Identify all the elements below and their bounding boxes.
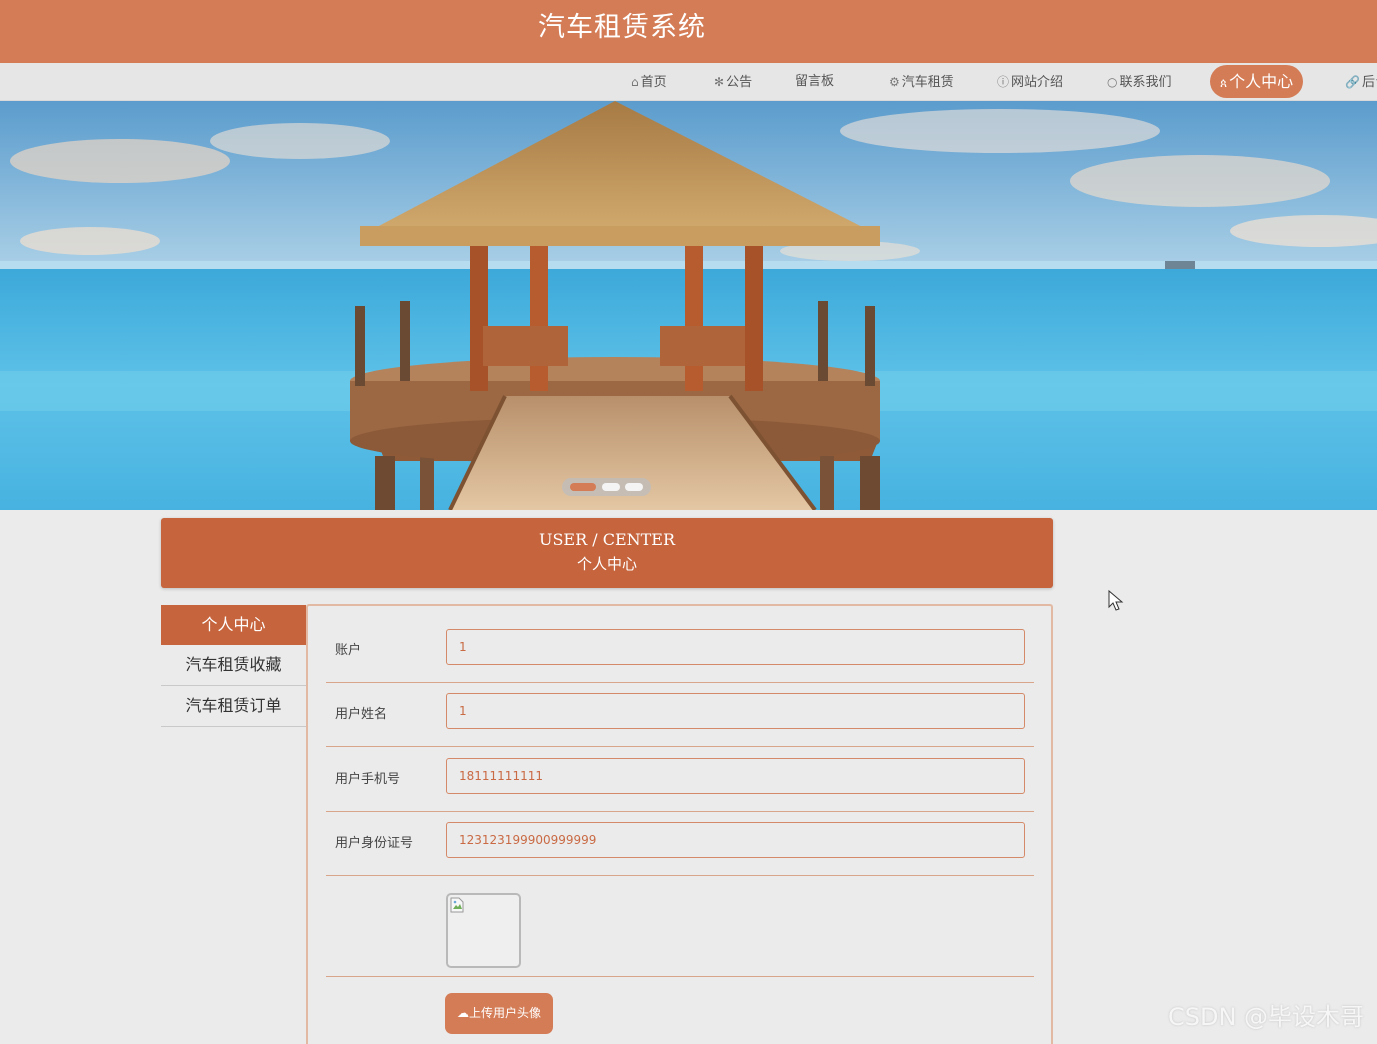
nav-item-label: 首页 xyxy=(640,75,667,90)
watermark: CSDN @毕设木哥 xyxy=(1168,1003,1365,1031)
user-icon: ጰ xyxy=(1220,76,1228,90)
nav-item-label: 联系我们 xyxy=(1119,75,1172,90)
nav-item-message-board[interactable]: 留言板 xyxy=(795,63,834,101)
nav-item-label: 个人中心 xyxy=(1229,72,1294,91)
form-row-phone: 用户手机号 xyxy=(326,747,1034,812)
carousel-indicators xyxy=(562,478,651,496)
mouse-cursor-icon xyxy=(1108,589,1124,611)
sidebar-item-rental-orders[interactable]: 汽车租赁订单 xyxy=(161,686,306,727)
carousel-dot[interactable] xyxy=(625,483,643,491)
site-title: 汽车租赁系统 xyxy=(538,12,706,43)
form-row-avatar xyxy=(326,876,1034,977)
nav-item-car-rental[interactable]: ⚙ 汽车租赁 xyxy=(889,63,954,101)
user-center-header: USER / CENTER 个人中心 xyxy=(161,518,1053,588)
user-center-title-en: USER / CENTER xyxy=(538,530,676,549)
id-number-label: 用户身份证号 xyxy=(335,836,414,851)
notice-icon: ✻ xyxy=(714,75,725,89)
sidebar-item-user-center[interactable]: 个人中心 xyxy=(161,605,306,645)
sidebar-item-rental-favorites[interactable]: 汽车租赁收藏 xyxy=(161,645,306,686)
nav-item-label: 汽车租赁 xyxy=(901,75,954,90)
nav-item-home[interactable]: ⌂ 首页 xyxy=(631,63,667,101)
nav-item-label: 公告 xyxy=(726,75,753,90)
nav-item-label: 网站介绍 xyxy=(1011,75,1064,90)
user-center-title-cn: 个人中心 xyxy=(576,555,637,573)
main-nav: ⌂首页 ✻公告 留言板 ⚙汽车租赁 ⓘ网站介绍 ○联系我们 ጰ个人中心 🔗后台 xyxy=(0,63,1377,101)
upload-avatar-button[interactable]: ☁上传用户头像 xyxy=(445,993,553,1034)
home-icon: ⌂ xyxy=(631,75,639,89)
upload-icon: ☁ xyxy=(456,1006,469,1020)
car-icon: ⚙ xyxy=(889,75,900,89)
avatar-preview xyxy=(446,893,521,968)
link-icon: 🔗 xyxy=(1345,75,1360,89)
form-row-username: 用户姓名 xyxy=(326,682,1034,747)
form-row-id-number: 用户身份证号 xyxy=(326,811,1034,876)
phone-label: 用户手机号 xyxy=(335,772,401,787)
banner-carousel[interactable] xyxy=(0,101,1377,510)
carousel-dot-active[interactable] xyxy=(570,483,596,491)
nav-item-notice[interactable]: ✻ 公告 xyxy=(714,63,752,101)
upload-avatar-label: 上传用户头像 xyxy=(468,1006,541,1020)
beach-hut-image xyxy=(0,101,1377,510)
username-label: 用户姓名 xyxy=(335,707,388,722)
nav-item-label: 留言板 xyxy=(795,74,835,89)
nav-item-admin[interactable]: 🔗后台 xyxy=(1345,63,1377,101)
nav-item-label: 后台 xyxy=(1361,75,1377,90)
account-label: 账户 xyxy=(335,643,362,658)
form-row-account: 账户 xyxy=(326,618,1034,683)
contact-icon: ○ xyxy=(1107,75,1118,89)
id-number-input[interactable] xyxy=(446,822,1025,858)
user-sidebar: 个人中心 汽车租赁收藏 汽车租赁订单 xyxy=(161,605,306,727)
username-input[interactable] xyxy=(446,693,1025,729)
carousel-dot[interactable] xyxy=(602,483,620,491)
top-header: 汽车租赁系统 xyxy=(0,0,1377,63)
nav-item-site-intro[interactable]: ⓘ 网站介绍 xyxy=(997,63,1063,101)
profile-form-panel: 账户 用户姓名 用户手机号 用户身份证号 xyxy=(306,604,1053,1044)
phone-input[interactable] xyxy=(446,758,1025,794)
nav-item-contact[interactable]: ○ 联系我们 xyxy=(1107,63,1172,101)
account-input[interactable] xyxy=(446,629,1025,665)
broken-image-icon xyxy=(450,897,464,913)
info-icon: ⓘ xyxy=(997,75,1010,89)
nav-item-user-center[interactable]: ጰ 个人中心 xyxy=(1210,65,1304,98)
